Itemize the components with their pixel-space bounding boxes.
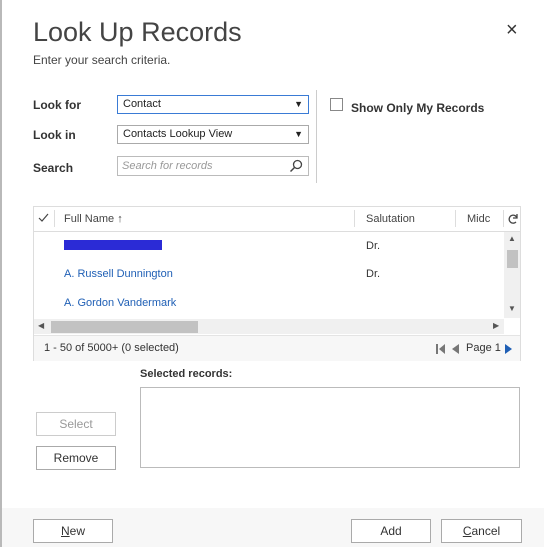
vertical-scrollbar[interactable]: ▲ ▼ (504, 232, 520, 318)
look-in-label: Look in (33, 128, 76, 142)
record-count: 1 - 50 of 5000+ (0 selected) (44, 342, 179, 354)
first-page-icon[interactable] (436, 344, 445, 354)
sort-up-icon: ↑ (117, 213, 123, 225)
look-for-label: Look for (33, 98, 81, 112)
row-2-name-link[interactable]: A. Russell Dunnington (64, 268, 173, 280)
look-in-value: Contacts Lookup View (123, 128, 233, 140)
close-icon[interactable]: × (506, 20, 518, 40)
cancel-button[interactable]: Cancel (441, 519, 522, 543)
column-full-name-label: Full Name (64, 213, 115, 225)
horizontal-scrollbar[interactable]: ◀ ▶ (34, 319, 504, 334)
selected-records-box[interactable] (140, 387, 520, 468)
form-divider (316, 90, 317, 183)
vertical-scroll-thumb[interactable] (507, 250, 518, 268)
selected-records-label: Selected records: (140, 368, 233, 380)
remove-button[interactable]: Remove (36, 446, 116, 470)
new-button[interactable]: New (33, 519, 113, 543)
scroll-up-icon[interactable]: ▲ (508, 234, 516, 243)
column-divider (54, 210, 55, 227)
scroll-down-icon[interactable]: ▼ (508, 304, 516, 313)
horizontal-scroll-thumb[interactable] (51, 321, 198, 333)
column-divider (455, 210, 456, 227)
show-only-mine-checkbox[interactable] (330, 98, 343, 111)
chevron-down-icon: ▼ (294, 99, 303, 109)
dialog-subtitle: Enter your search criteria. (33, 53, 171, 67)
look-for-value: Contact (123, 98, 161, 110)
search-placeholder: Search for records (122, 160, 213, 172)
dialog-title: Look Up Records (33, 17, 242, 47)
checkmark-icon[interactable] (38, 213, 49, 223)
scroll-left-icon[interactable]: ◀ (38, 321, 44, 330)
page-label: Page 1 (466, 342, 501, 354)
grid-footer: 1 - 50 of 5000+ (0 selected) Page 1 (34, 335, 520, 361)
row-1-salutation: Dr. (366, 240, 381, 252)
column-full-name[interactable]: Full Name ↑ (64, 213, 123, 225)
look-in-select[interactable]: Contacts Lookup View ▼ (117, 125, 309, 144)
next-page-icon[interactable] (505, 344, 512, 354)
chevron-down-icon: ▼ (294, 129, 303, 139)
look-for-select[interactable]: Contact ▼ (117, 95, 309, 114)
window-edge (0, 0, 2, 547)
refresh-icon[interactable] (507, 213, 519, 225)
redacted-name (64, 240, 162, 250)
select-button[interactable]: Select (36, 412, 116, 436)
row-2-salutation: Dr. (366, 268, 381, 280)
add-button[interactable]: Add (351, 519, 431, 543)
results-grid: Full Name ↑ Salutation Midc Dr. A. Russe… (33, 206, 521, 361)
column-divider (503, 210, 504, 227)
column-divider (354, 210, 355, 227)
search-icon[interactable] (289, 159, 303, 173)
row-3-name-link[interactable]: A. Gordon Vandermark (64, 297, 176, 309)
show-only-mine-label: Show Only My Records (351, 101, 485, 115)
scroll-right-icon[interactable]: ▶ (493, 321, 499, 330)
column-salutation[interactable]: Salutation (366, 213, 415, 225)
prev-page-icon[interactable] (452, 344, 459, 354)
search-label: Search (33, 161, 74, 175)
grid-header: Full Name ↑ Salutation Midc (34, 207, 520, 232)
column-middle-name[interactable]: Midc (467, 213, 490, 225)
search-input[interactable]: Search for records (117, 156, 309, 176)
